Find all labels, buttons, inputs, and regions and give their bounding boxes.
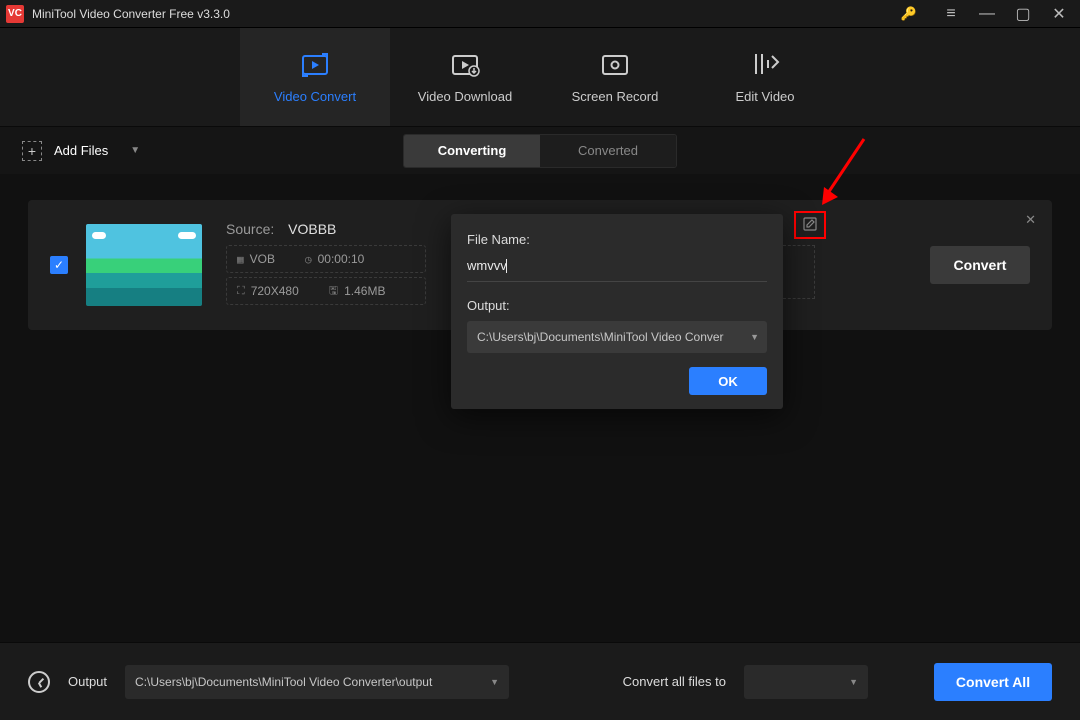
tab-converting[interactable]: Converting (404, 135, 540, 167)
resolution-icon: ⛶ (237, 284, 245, 298)
format-icon: ▦ (237, 253, 244, 266)
output-label: Output: (467, 298, 767, 313)
chevron-down-icon: ▼ (750, 332, 759, 342)
convert-all-button[interactable]: Convert All (934, 663, 1052, 701)
remove-file-icon[interactable]: ✕ (1025, 212, 1036, 228)
minimize-icon[interactable]: — (970, 1, 1004, 27)
source-label: Source: (226, 221, 274, 237)
tab-video-download-label: Video Download (418, 89, 512, 104)
file-name-input[interactable]: wmvvv (467, 257, 767, 282)
duration-value: 00:00:10 (318, 252, 365, 266)
titlebar: VC MiniTool Video Converter Free v3.3.0 … (0, 0, 1080, 28)
format-value: VOB (250, 252, 275, 266)
convert-to-label: Convert all files to (623, 674, 726, 689)
rename-icon[interactable] (803, 217, 817, 234)
footer-bar: Output C:\Users\bj\Documents\MiniTool Vi… (0, 642, 1080, 720)
tab-video-convert[interactable]: Video Convert (240, 28, 390, 126)
resolution-value: 720X480 (251, 284, 299, 298)
download-icon (450, 51, 480, 79)
convert-to-select[interactable]: ▼ (744, 665, 868, 699)
tab-screen-record-label: Screen Record (572, 89, 659, 104)
add-files-label: Add Files (54, 143, 108, 158)
rename-dialog: File Name: wmvvv Output: C:\Users\bj\Doc… (451, 214, 783, 409)
file-checkbox[interactable]: ✓ (50, 256, 68, 274)
output-path-value: C:\Users\bj\Documents\MiniTool Video Con… (477, 330, 724, 344)
footer-output-label: Output (68, 674, 107, 689)
size-value: 1.46MB (344, 284, 385, 298)
tab-edit-video[interactable]: Edit Video (690, 28, 840, 126)
tab-screen-record[interactable]: Screen Record (540, 28, 690, 126)
footer-output-value: C:\Users\bj\Documents\MiniTool Video Con… (135, 675, 432, 689)
chevron-down-icon: ▼ (130, 145, 140, 156)
add-files-button[interactable]: + Add Files ▼ (22, 141, 140, 161)
ok-button[interactable]: OK (689, 367, 767, 395)
schedule-icon[interactable] (28, 671, 50, 693)
size-icon: 🖫 (329, 282, 338, 301)
chevron-down-icon: ▼ (849, 677, 858, 687)
tab-video-convert-label: Video Convert (274, 89, 356, 104)
menu-icon[interactable]: ≡ (934, 1, 968, 27)
record-icon (600, 51, 630, 79)
tab-edit-video-label: Edit Video (735, 89, 794, 104)
convert-icon (300, 51, 330, 79)
rename-highlight (794, 211, 826, 239)
add-icon: + (22, 141, 42, 161)
source-value: VOBBB (288, 221, 336, 237)
app-title: MiniTool Video Converter Free v3.3.0 (32, 7, 230, 21)
chevron-down-icon: ▼ (490, 677, 499, 687)
top-nav: Video Convert Video Download Screen Reco… (0, 28, 1080, 126)
edit-video-icon (750, 51, 780, 79)
video-thumbnail (86, 224, 202, 306)
app-logo: VC (6, 5, 24, 23)
upgrade-key-icon[interactable]: 🔑 (892, 1, 926, 27)
clock-icon: ◷ (305, 253, 312, 266)
toolbar: + Add Files ▼ Converting Converted (0, 126, 1080, 174)
target-format-box (783, 245, 815, 299)
output-path-select[interactable]: C:\Users\bj\Documents\MiniTool Video Con… (467, 321, 767, 353)
file-name-label: File Name: (467, 232, 767, 247)
convert-button[interactable]: Convert (930, 246, 1030, 284)
footer-output-select[interactable]: C:\Users\bj\Documents\MiniTool Video Con… (125, 665, 509, 699)
close-icon[interactable]: ✕ (1042, 1, 1076, 27)
tab-converted[interactable]: Converted (540, 135, 676, 167)
tab-video-download[interactable]: Video Download (390, 28, 540, 126)
maximize-icon[interactable]: ▢ (1006, 1, 1040, 27)
